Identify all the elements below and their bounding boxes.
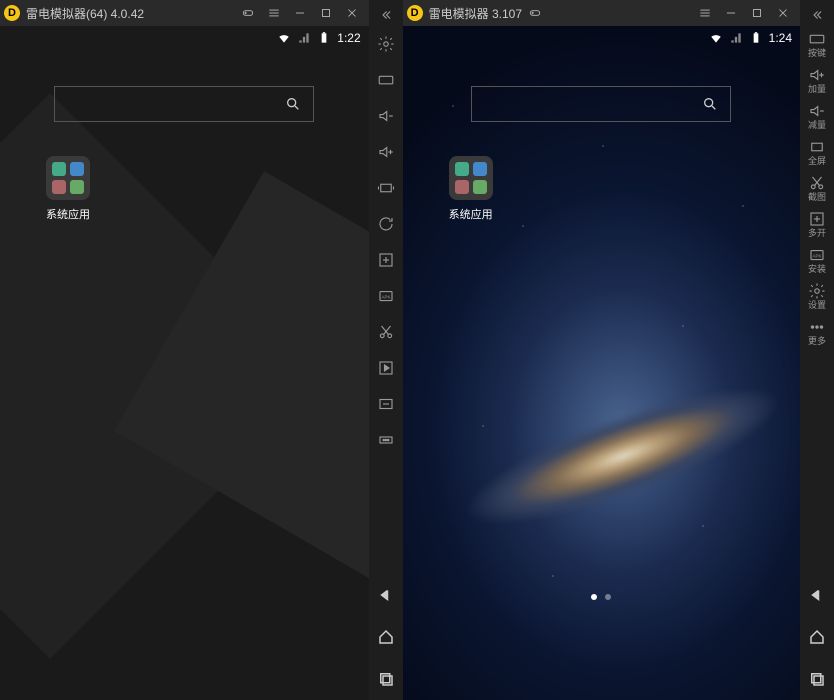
play-icon[interactable] — [369, 350, 403, 386]
rotate-icon[interactable] — [369, 206, 403, 242]
page-indicator — [591, 594, 611, 600]
battery-icon — [317, 31, 331, 45]
battery-icon — [749, 31, 763, 45]
gamepad-icon[interactable] — [522, 0, 548, 26]
sidebar-right: 按键 加量 减量 全屏 截图 多开 APK安装 设置 更多 — [800, 0, 834, 700]
collapse-button[interactable] — [800, 4, 834, 26]
maximize-button[interactable] — [313, 0, 339, 26]
more-button[interactable]: 更多 — [800, 314, 834, 350]
android-statusbar: 1:22 — [0, 26, 369, 50]
volume-up-icon[interactable] — [369, 134, 403, 170]
screenshot-button[interactable]: 截图 — [800, 170, 834, 206]
emulator-right: D 雷电模拟器 3.107 1:24 系统应用 — [403, 0, 800, 700]
scissors-icon[interactable] — [369, 314, 403, 350]
nav-recent-button[interactable] — [800, 658, 834, 700]
titlebar-right: D 雷电模拟器 3.107 — [403, 0, 800, 26]
fullscreen-button[interactable]: 全屏 — [800, 134, 834, 170]
app-label: 系统应用 — [38, 206, 98, 222]
volume-down-icon[interactable] — [369, 98, 403, 134]
nav-back-button[interactable] — [800, 574, 834, 616]
gamepad-icon[interactable] — [235, 0, 261, 26]
app-logo: D — [407, 5, 423, 21]
settings-button[interactable]: 设置 — [800, 278, 834, 314]
close-button[interactable] — [339, 0, 365, 26]
app-system-apps[interactable]: 系统应用 — [441, 156, 501, 222]
apk-icon[interactable]: APK — [369, 278, 403, 314]
wallpaper-geometric — [0, 26, 369, 700]
window-title: 雷电模拟器 3.107 — [429, 5, 522, 22]
app-label: 系统应用 — [441, 206, 501, 222]
folder-icon — [449, 156, 493, 200]
signal-icon — [297, 31, 311, 45]
app-logo: D — [4, 5, 20, 21]
svg-text:APK: APK — [812, 253, 821, 258]
svg-text:APK: APK — [381, 294, 390, 299]
keyboard-icon[interactable] — [369, 62, 403, 98]
minimize-button[interactable] — [718, 0, 744, 26]
sidebar-left: APK — [369, 0, 403, 700]
more-icon[interactable] — [369, 422, 403, 458]
add-icon[interactable] — [369, 242, 403, 278]
minimize-button[interactable] — [287, 0, 313, 26]
search-icon — [285, 96, 301, 112]
collapse-button[interactable] — [369, 4, 403, 26]
search-box[interactable] — [471, 86, 731, 122]
nav-back-button[interactable] — [369, 574, 403, 616]
signal-icon — [729, 31, 743, 45]
status-time: 1:22 — [337, 31, 360, 45]
android-statusbar: 1:24 — [403, 26, 800, 50]
keymap-button[interactable]: 按键 — [800, 26, 834, 62]
maximize-button[interactable] — [744, 0, 770, 26]
search-box[interactable] — [54, 86, 314, 122]
folder-icon — [46, 156, 90, 200]
window-title: 雷电模拟器(64) 4.0.42 — [26, 5, 144, 22]
close-button[interactable] — [770, 0, 796, 26]
android-screen-right[interactable]: 1:24 系统应用 — [403, 26, 800, 700]
volume-down-button[interactable]: 减量 — [800, 98, 834, 134]
emulator-left: D 雷电模拟器(64) 4.0.42 1:22 系统应用 — [0, 0, 369, 700]
install-button[interactable]: APK安装 — [800, 242, 834, 278]
search-icon — [702, 96, 718, 112]
page-dot — [605, 594, 611, 600]
multi-button[interactable]: 多开 — [800, 206, 834, 242]
screenshot-icon[interactable] — [369, 386, 403, 422]
menu-icon[interactable] — [692, 0, 718, 26]
app-system-apps[interactable]: 系统应用 — [38, 156, 98, 222]
nav-home-button[interactable] — [800, 616, 834, 658]
nav-recent-button[interactable] — [369, 658, 403, 700]
settings-icon[interactable] — [369, 26, 403, 62]
nav-home-button[interactable] — [369, 616, 403, 658]
wifi-icon — [277, 31, 291, 45]
fullscreen-icon[interactable] — [369, 170, 403, 206]
status-time: 1:24 — [769, 31, 792, 45]
menu-icon[interactable] — [261, 0, 287, 26]
wifi-icon — [709, 31, 723, 45]
titlebar-left: D 雷电模拟器(64) 4.0.42 — [0, 0, 369, 26]
page-dot-active — [591, 594, 597, 600]
volume-up-button[interactable]: 加量 — [800, 62, 834, 98]
android-screen-left[interactable]: 1:22 系统应用 — [0, 26, 369, 700]
